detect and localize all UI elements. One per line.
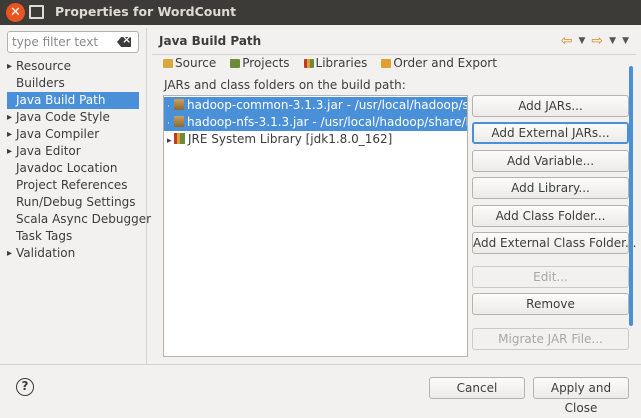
vertical-scrollbar[interactable]	[629, 66, 633, 326]
back-menu-chevron-down-icon[interactable]: ▼	[579, 36, 586, 46]
property-nav-tree: Resource Builders Java Build Path Java C…	[7, 58, 151, 262]
tab-source-label: Source	[175, 56, 217, 70]
title-bar: ✕ Properties for WordCount	[0, 0, 641, 25]
tab-libraries-label: Libraries	[315, 56, 368, 70]
list-item-label: hadoop-nfs-3.1.3.jar - /usr/local/hadoop…	[187, 115, 468, 129]
projects-icon	[230, 58, 241, 68]
tab-source[interactable]: Source	[163, 56, 216, 70]
cancel-button[interactable]: Cancel	[429, 377, 525, 399]
edit-button[interactable]: Edit...	[472, 266, 629, 288]
build-path-list[interactable]: · hadoop-common-3.1.3.jar - /usr/local/ha…	[163, 95, 468, 357]
expand-icon[interactable]: ▸	[167, 133, 174, 150]
nav-item-builders[interactable]: Builders	[7, 75, 139, 92]
nav-item-task-tags[interactable]: Task Tags	[7, 228, 139, 245]
add-external-jars-button[interactable]: Add External JARs...	[472, 122, 629, 144]
source-folder-icon	[163, 58, 173, 68]
tab-projects-label: Projects	[242, 56, 290, 70]
remove-button[interactable]: Remove	[472, 293, 629, 315]
back-arrow-icon[interactable]: ⇦	[561, 33, 573, 49]
migrate-jar-button[interactable]: Migrate JAR File...	[472, 328, 629, 350]
filter-box	[7, 31, 139, 53]
jar-icon	[174, 99, 184, 110]
jar-icon	[174, 116, 184, 127]
build-path-tabs: Source Projects Libraries Order and Expo…	[163, 56, 497, 70]
add-variable-button[interactable]: Add Variable...	[472, 150, 629, 172]
footer-divider	[0, 364, 641, 365]
list-item[interactable]: ▸ JRE System Library [jdk1.8.0_162]	[164, 131, 467, 148]
list-item-label: hadoop-common-3.1.3.jar - /usr/local/had…	[187, 98, 468, 112]
nav-item-javadoc-location[interactable]: Javadoc Location	[7, 160, 139, 177]
header-divider	[152, 54, 636, 55]
apply-and-close-button[interactable]: Apply and Close	[533, 377, 629, 415]
nav-item-resource[interactable]: Resource	[7, 58, 139, 75]
nav-item-java-build-path[interactable]: Java Build Path	[7, 92, 139, 109]
history-nav: ⇦ ▼ ⇨ ▼ ▼	[561, 33, 629, 49]
add-jars-button[interactable]: Add JARs...	[472, 95, 629, 117]
tab-order-and-export-label: Order and Export	[393, 56, 497, 70]
help-icon[interactable]: ?	[16, 378, 34, 396]
tab-projects[interactable]: Projects	[230, 56, 290, 70]
nav-item-java-compiler[interactable]: Java Compiler	[7, 126, 139, 143]
close-window-button[interactable]: ✕	[6, 3, 25, 22]
tab-order-and-export[interactable]: Order and Export	[381, 56, 497, 70]
list-item-label: JRE System Library [jdk1.8.0_162]	[188, 132, 393, 146]
list-item[interactable]: · hadoop-common-3.1.3.jar - /usr/local/ha…	[164, 97, 467, 114]
library-icon	[174, 133, 185, 144]
view-menu-chevron-down-icon[interactable]: ▼	[622, 36, 629, 46]
add-external-class-folder-button[interactable]: Add External Class Folder...	[472, 232, 636, 254]
tab-libraries[interactable]: Libraries	[303, 56, 368, 70]
maximize-window-button[interactable]	[29, 5, 44, 19]
list-item[interactable]: · hadoop-nfs-3.1.3.jar - /usr/local/hadoo…	[164, 114, 467, 131]
nav-item-project-references[interactable]: Project References	[7, 177, 139, 194]
nav-item-scala-async-debugger[interactable]: Scala Async Debugger	[7, 211, 151, 228]
order-export-icon	[381, 58, 392, 68]
nav-item-java-editor[interactable]: Java Editor	[7, 143, 139, 160]
pane-splitter[interactable]	[146, 28, 147, 364]
page-title: Java Build Path	[159, 34, 262, 48]
build-path-label: JARs and class folders on the build path…	[164, 78, 406, 92]
nav-item-validation[interactable]: Validation	[7, 245, 139, 262]
libraries-icon	[303, 58, 314, 68]
forward-menu-chevron-down-icon[interactable]: ▼	[609, 36, 616, 46]
add-class-folder-button[interactable]: Add Class Folder...	[472, 205, 629, 227]
window-title: Properties for WordCount	[55, 4, 237, 19]
add-library-button[interactable]: Add Library...	[472, 177, 629, 199]
nav-item-run-debug-settings[interactable]: Run/Debug Settings	[7, 194, 139, 211]
clear-filter-icon[interactable]	[117, 37, 131, 47]
forward-arrow-icon[interactable]: ⇨	[591, 33, 603, 49]
filter-input[interactable]	[12, 34, 112, 50]
nav-item-java-code-style[interactable]: Java Code Style	[7, 109, 139, 126]
